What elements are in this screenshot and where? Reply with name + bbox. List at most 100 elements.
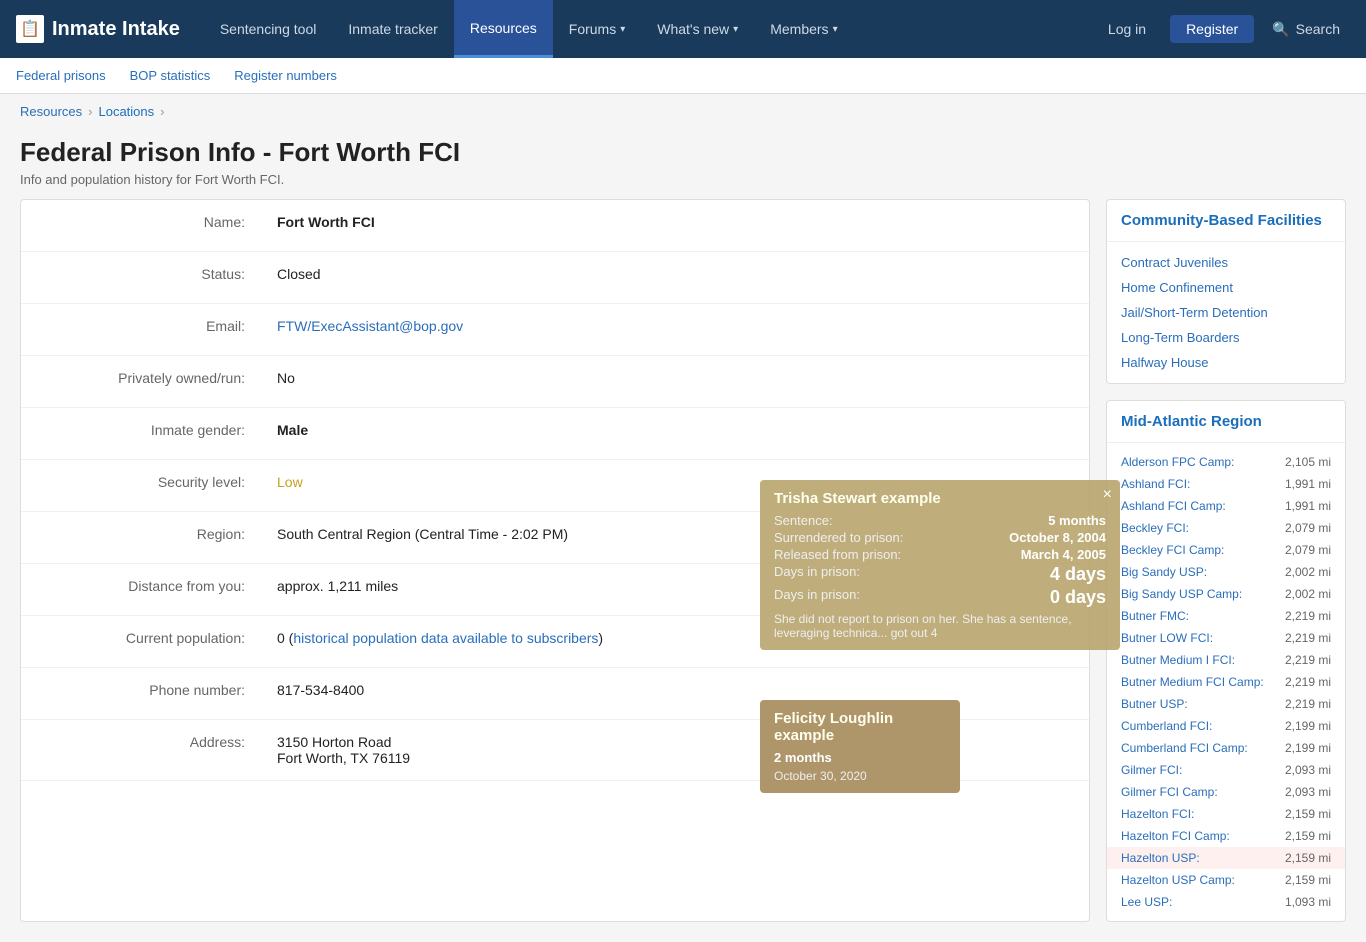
sidebar: Community-Based Facilities Contract Juve… (1106, 199, 1346, 922)
value-distance: approx. 1,211 miles (261, 564, 1089, 615)
link-cumberland-fci[interactable]: Cumberland FCI: (1121, 719, 1212, 733)
logo-icon: 📋 (16, 15, 44, 43)
sidebar-link-home-confinement[interactable]: Home Confinement (1107, 275, 1345, 300)
link-cumberland-camp[interactable]: Cumberland FCI Camp: (1121, 741, 1248, 755)
sidebar-row-ashland-camp: Ashland FCI Camp: 1,991 mi (1107, 495, 1345, 517)
link-butner-low[interactable]: Butner LOW FCI: (1121, 631, 1213, 645)
value-privately-owned: No (261, 356, 1089, 407)
sidebar-link-long-term-boarders[interactable]: Long-Term Boarders (1107, 325, 1345, 350)
value-status: Closed (261, 252, 1089, 303)
info-row-name: Name: Fort Worth FCI (21, 200, 1089, 252)
sidebar-community-section: Community-Based Facilities Contract Juve… (1106, 199, 1346, 384)
login-button[interactable]: Log in (1092, 15, 1162, 43)
link-hazelton-camp[interactable]: Hazelton FCI Camp: (1121, 829, 1230, 843)
link-hazelton-fci[interactable]: Hazelton FCI: (1121, 807, 1194, 821)
sub-nav-federal-prisons[interactable]: Federal prisons (16, 68, 106, 83)
nav-sentencing-tool[interactable]: Sentencing tool (204, 0, 333, 58)
breadcrumb: Resources › Locations › (0, 94, 1366, 129)
label-name: Name: (21, 200, 261, 251)
sidebar-row-alderson: Alderson FPC Camp: 2,105 mi (1107, 451, 1345, 473)
link-alderson[interactable]: Alderson FPC Camp: (1121, 455, 1234, 469)
link-gilmer-camp[interactable]: Gilmer FCI Camp: (1121, 785, 1218, 799)
main-container: Name: Fort Worth FCI Status: Closed Emai… (0, 199, 1366, 942)
label-population: Current population: (21, 616, 261, 667)
nav-members[interactable]: Members ▾ (754, 0, 853, 58)
value-security: Low (261, 460, 1089, 511)
nav-inmate-tracker[interactable]: Inmate tracker (332, 0, 453, 58)
page-title: Federal Prison Info - Fort Worth FCI (0, 129, 1366, 172)
value-email: FTW/ExecAssistant@bop.gov (261, 304, 1089, 355)
info-card: Name: Fort Worth FCI Status: Closed Emai… (20, 199, 1090, 922)
breadcrumb-sep-2: › (160, 104, 164, 119)
sidebar-row-butner-usp: Butner USP: 2,219 mi (1107, 693, 1345, 715)
sidebar-row-gilmer-fci: Gilmer FCI: 2,093 mi (1107, 759, 1345, 781)
page-subtitle: Info and population history for Fort Wor… (0, 172, 1366, 199)
sub-nav-register-numbers[interactable]: Register numbers (234, 68, 337, 83)
link-ashland-camp[interactable]: Ashland FCI Camp: (1121, 499, 1226, 513)
sidebar-link-jail-short-term[interactable]: Jail/Short-Term Detention (1107, 300, 1345, 325)
breadcrumb-resources[interactable]: Resources (20, 104, 82, 119)
link-hazelton-usp[interactable]: Hazelton USP: (1121, 851, 1200, 865)
logo-text: Inmate Intake (52, 18, 180, 41)
sidebar-row-butner-fmc: Butner FMC: 2,219 mi (1107, 605, 1345, 627)
value-name: Fort Worth FCI (261, 200, 1089, 251)
info-row-status: Status: Closed (21, 252, 1089, 304)
link-gilmer-fci[interactable]: Gilmer FCI: (1121, 763, 1182, 777)
link-big-sandy-camp[interactable]: Big Sandy USP Camp: (1121, 587, 1242, 601)
info-row-population: Current population: 0 (historical popula… (21, 616, 1089, 668)
sidebar-link-halfway-house[interactable]: Halfway House (1107, 350, 1345, 375)
label-phone: Phone number: (21, 668, 261, 719)
logo: 📋 Inmate Intake (16, 15, 180, 43)
sidebar-row-butner-med-camp: Butner Medium FCI Camp: 2,219 mi (1107, 671, 1345, 693)
sidebar-mid-atlantic-section: Mid-Atlantic Region Alderson FPC Camp: 2… (1106, 400, 1346, 922)
link-butner-usp[interactable]: Butner USP: (1121, 697, 1188, 711)
sidebar-row-big-sandy-usp: Big Sandy USP: 2,002 mi (1107, 561, 1345, 583)
info-row-email: Email: FTW/ExecAssistant@bop.gov (21, 304, 1089, 356)
label-email: Email: (21, 304, 261, 355)
sidebar-row-hazelton-camp: Hazelton FCI Camp: 2,159 mi (1107, 825, 1345, 847)
info-row-region: Region: South Central Region (Central Ti… (21, 512, 1089, 564)
label-address: Address: (21, 720, 261, 780)
nav-right-actions: Log in Register 🔍 Search (1092, 15, 1350, 44)
sidebar-row-ashland-fci: Ashland FCI: 1,991 mi (1107, 473, 1345, 495)
breadcrumb-sep-1: › (88, 104, 92, 119)
sub-nav-bop-statistics[interactable]: BOP statistics (130, 68, 211, 83)
link-butner-fmc[interactable]: Butner FMC: (1121, 609, 1189, 623)
nav-whats-new[interactable]: What's new ▾ (641, 0, 754, 58)
info-table: Name: Fort Worth FCI Status: Closed Emai… (21, 200, 1089, 781)
info-row-gender: Inmate gender: Male (21, 408, 1089, 460)
link-hazelton-usp-camp[interactable]: Hazelton USP Camp: (1121, 873, 1235, 887)
nav-resources[interactable]: Resources (454, 0, 553, 58)
sidebar-community-title: Community-Based Facilities (1107, 200, 1345, 242)
breadcrumb-locations[interactable]: Locations (98, 104, 154, 119)
info-row-privately-owned: Privately owned/run: No (21, 356, 1089, 408)
sidebar-row-butner-low: Butner LOW FCI: 2,219 mi (1107, 627, 1345, 649)
label-security: Security level: (21, 460, 261, 511)
sidebar-row-butner-med1: Butner Medium I FCI: 2,219 mi (1107, 649, 1345, 671)
register-button[interactable]: Register (1170, 15, 1254, 43)
label-distance: Distance from you: (21, 564, 261, 615)
sub-nav: Federal prisons BOP statistics Register … (0, 58, 1366, 94)
info-row-address: Address: 3150 Horton RoadFort Worth, TX … (21, 720, 1089, 781)
link-butner-med1[interactable]: Butner Medium I FCI: (1121, 653, 1235, 667)
link-beckley-camp[interactable]: Beckley FCI Camp: (1121, 543, 1224, 557)
link-beckley-fci[interactable]: Beckley FCI: (1121, 521, 1189, 535)
value-phone: 817-534-8400 (261, 668, 1089, 719)
nav-links: Sentencing tool Inmate tracker Resources… (204, 0, 1092, 58)
sidebar-link-contract-juveniles[interactable]: Contract Juveniles (1107, 250, 1345, 275)
search-button[interactable]: 🔍 Search (1262, 15, 1350, 44)
email-link[interactable]: FTW/ExecAssistant@bop.gov (277, 318, 463, 334)
sidebar-row-gilmer-camp: Gilmer FCI Camp: 2,093 mi (1107, 781, 1345, 803)
sidebar-row-hazelton-usp-camp: Hazelton USP Camp: 2,159 mi (1107, 869, 1345, 891)
label-privately-owned: Privately owned/run: (21, 356, 261, 407)
nav-forums[interactable]: Forums ▾ (553, 0, 641, 58)
population-history-link[interactable]: historical population data available to … (293, 630, 598, 646)
link-big-sandy-usp[interactable]: Big Sandy USP: (1121, 565, 1207, 579)
sidebar-row-cumberland-fci: Cumberland FCI: 2,199 mi (1107, 715, 1345, 737)
info-row-distance: Distance from you: approx. 1,211 miles (21, 564, 1089, 616)
sidebar-row-big-sandy-camp: Big Sandy USP Camp: 2,002 mi (1107, 583, 1345, 605)
link-lee-usp[interactable]: Lee USP: (1121, 895, 1172, 909)
label-region: Region: (21, 512, 261, 563)
link-butner-med-camp[interactable]: Butner Medium FCI Camp: (1121, 675, 1264, 689)
link-ashland-fci[interactable]: Ashland FCI: (1121, 477, 1190, 491)
